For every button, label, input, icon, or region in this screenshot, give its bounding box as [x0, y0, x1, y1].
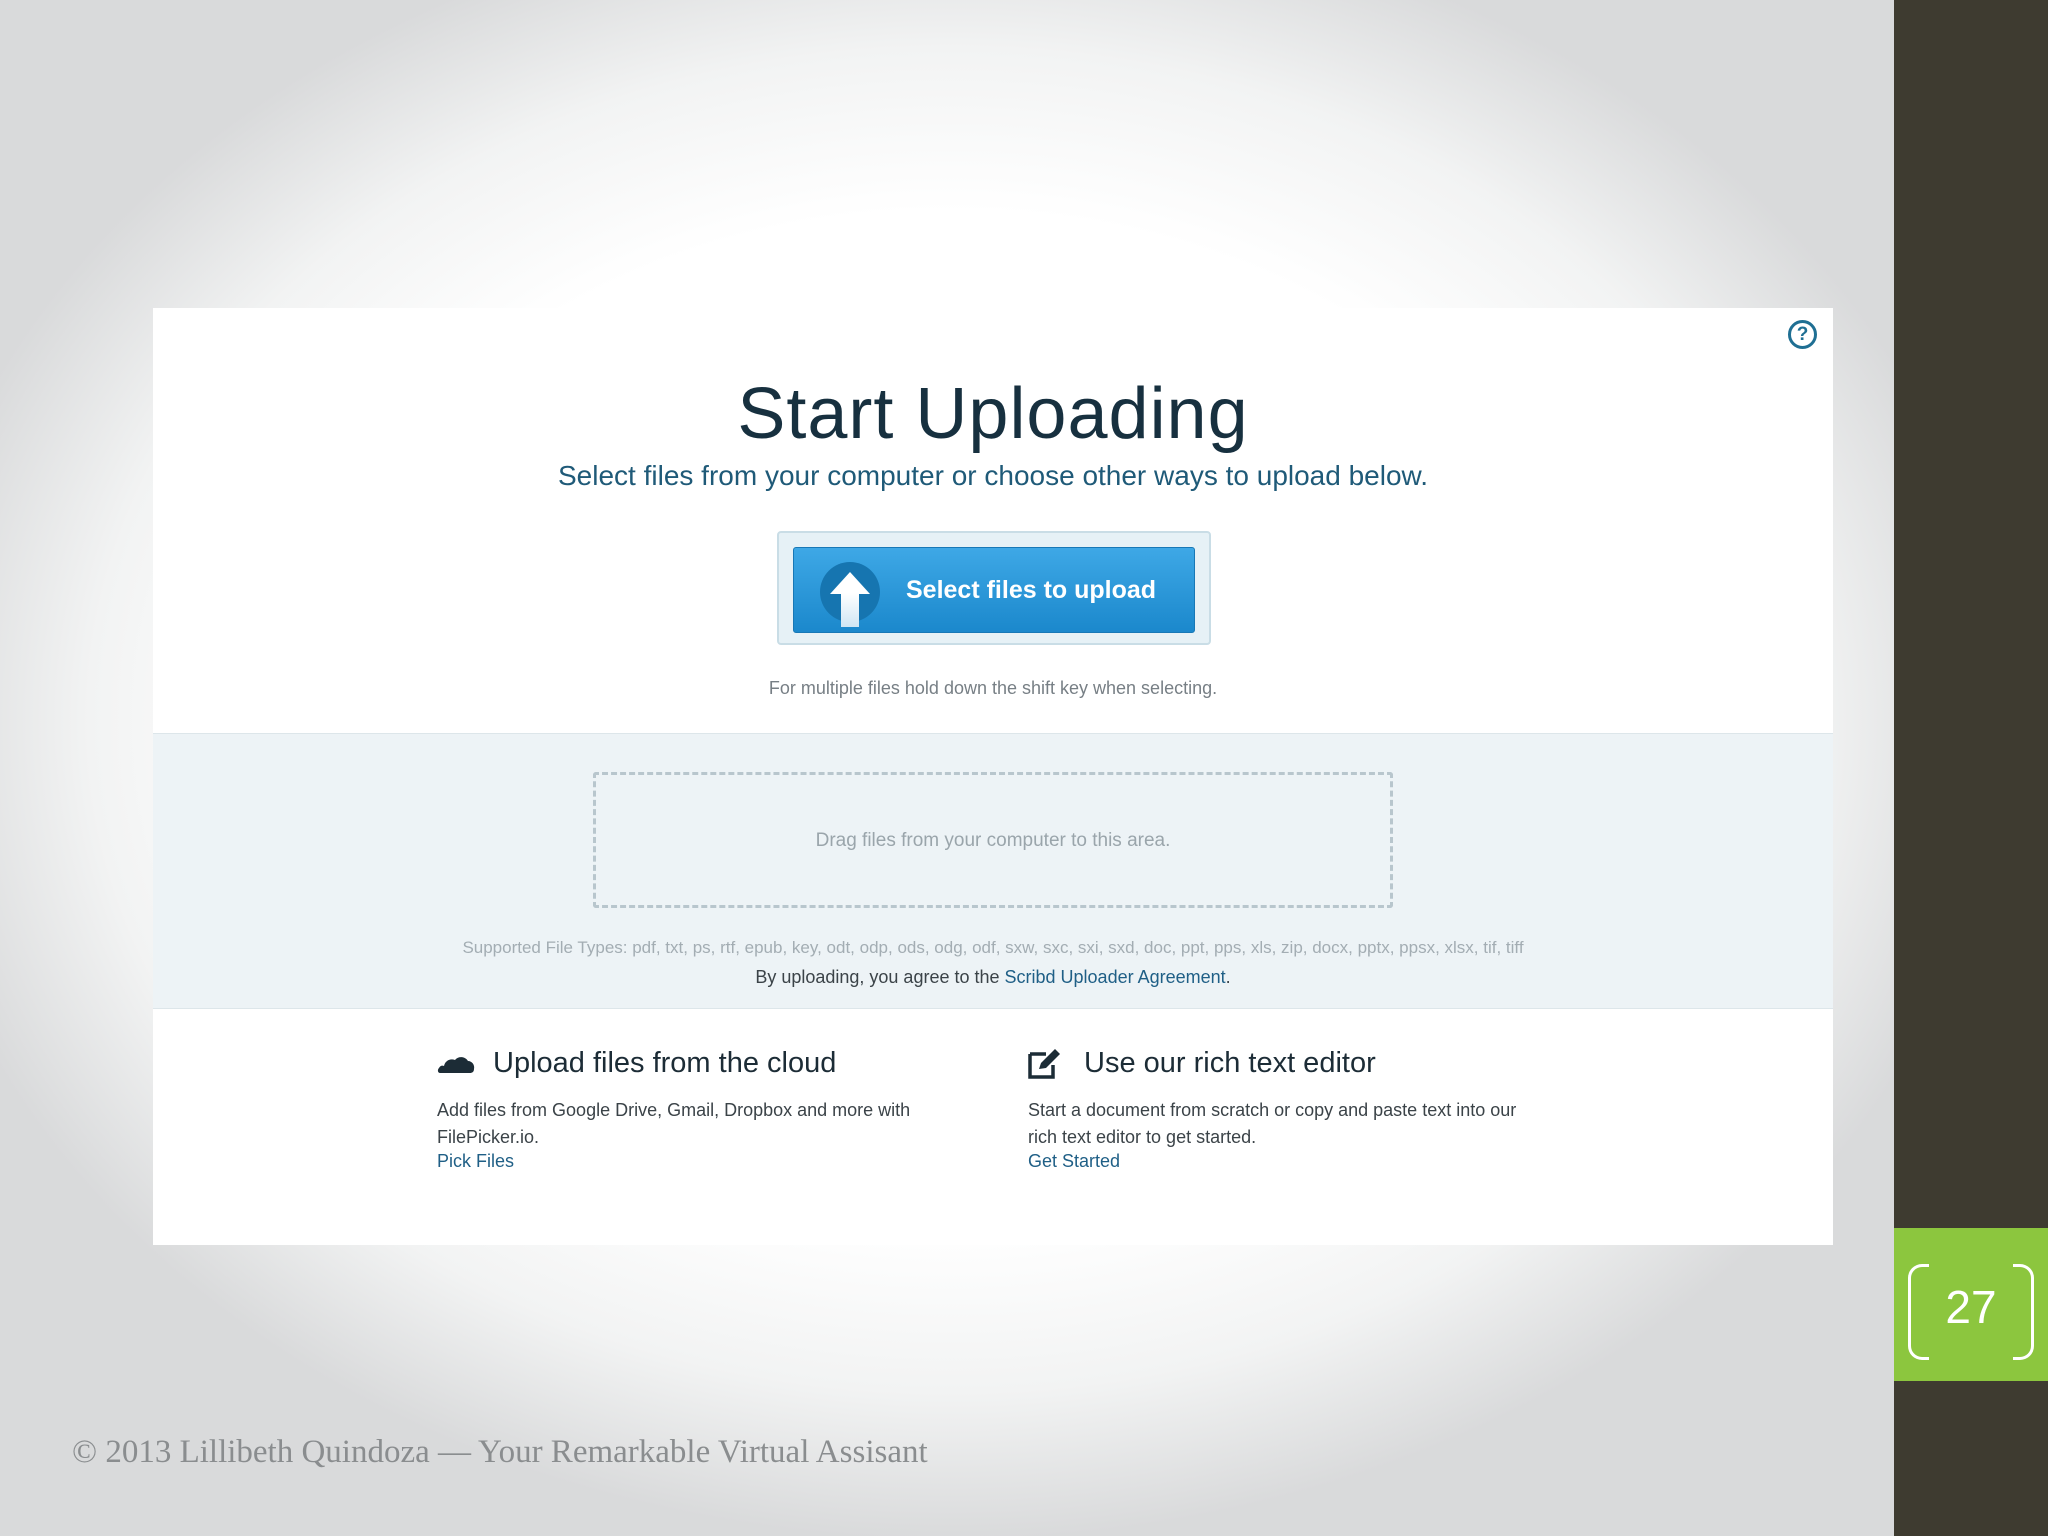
select-files-button[interactable]: Select files to upload — [793, 547, 1195, 633]
drop-zone[interactable]: Drag files from your computer to this ar… — [593, 772, 1393, 908]
upload-page-screenshot: ? Start Uploading Select files from your… — [153, 308, 1833, 1245]
uploader-agreement-link[interactable]: Scribd Uploader Agreement — [1005, 967, 1226, 987]
edit-icon — [1028, 1049, 1060, 1079]
get-started-link[interactable]: Get Started — [1028, 1151, 1120, 1172]
upload-button-frame: Select files to upload — [777, 531, 1211, 645]
multi-file-hint: For multiple files hold down the shift k… — [768, 678, 1218, 698]
editor-option-title: Use our rich text editor — [1084, 1047, 1376, 1079]
page-number-badge: 27 — [1894, 1228, 2048, 1381]
page-number: 27 — [1945, 1281, 1997, 1333]
page-title: Start Uploading — [737, 374, 1249, 454]
upload-arrow-icon — [820, 562, 880, 627]
agreement-prefix: By uploading, you agree to the — [755, 967, 1005, 987]
agreement-text: By uploading, you agree to the Scribd Up… — [153, 967, 1833, 988]
drop-zone-text: Drag files from your computer to this ar… — [815, 830, 1171, 851]
editor-option-description: Start a document from scratch or copy an… — [1028, 1100, 1517, 1147]
help-icon[interactable]: ? — [1788, 320, 1817, 349]
select-files-label: Select files to upload — [906, 576, 1157, 604]
page-subtitle: Select files from your computer or choos… — [558, 460, 1428, 491]
cloud-option-description: Add files from Google Drive, Gmail, Drop… — [437, 1100, 911, 1147]
cloud-upload-option: Upload files from the cloud Add files fr… — [437, 1045, 957, 1172]
supported-file-types: Supported File Types: pdf, txt, ps, rtf,… — [462, 938, 1524, 957]
agreement-suffix: . — [1225, 967, 1231, 987]
cloud-icon — [437, 1057, 475, 1073]
rich-text-editor-option: Use our rich text editor Start a documen… — [1028, 1045, 1548, 1172]
drop-section: Drag files from your computer to this ar… — [153, 733, 1833, 1009]
pick-files-link[interactable]: Pick Files — [437, 1151, 514, 1172]
slide-footer: © 2013 Lillibeth Quindoza — Your Remarka… — [72, 1434, 928, 1470]
cloud-option-title: Upload files from the cloud — [493, 1047, 837, 1079]
